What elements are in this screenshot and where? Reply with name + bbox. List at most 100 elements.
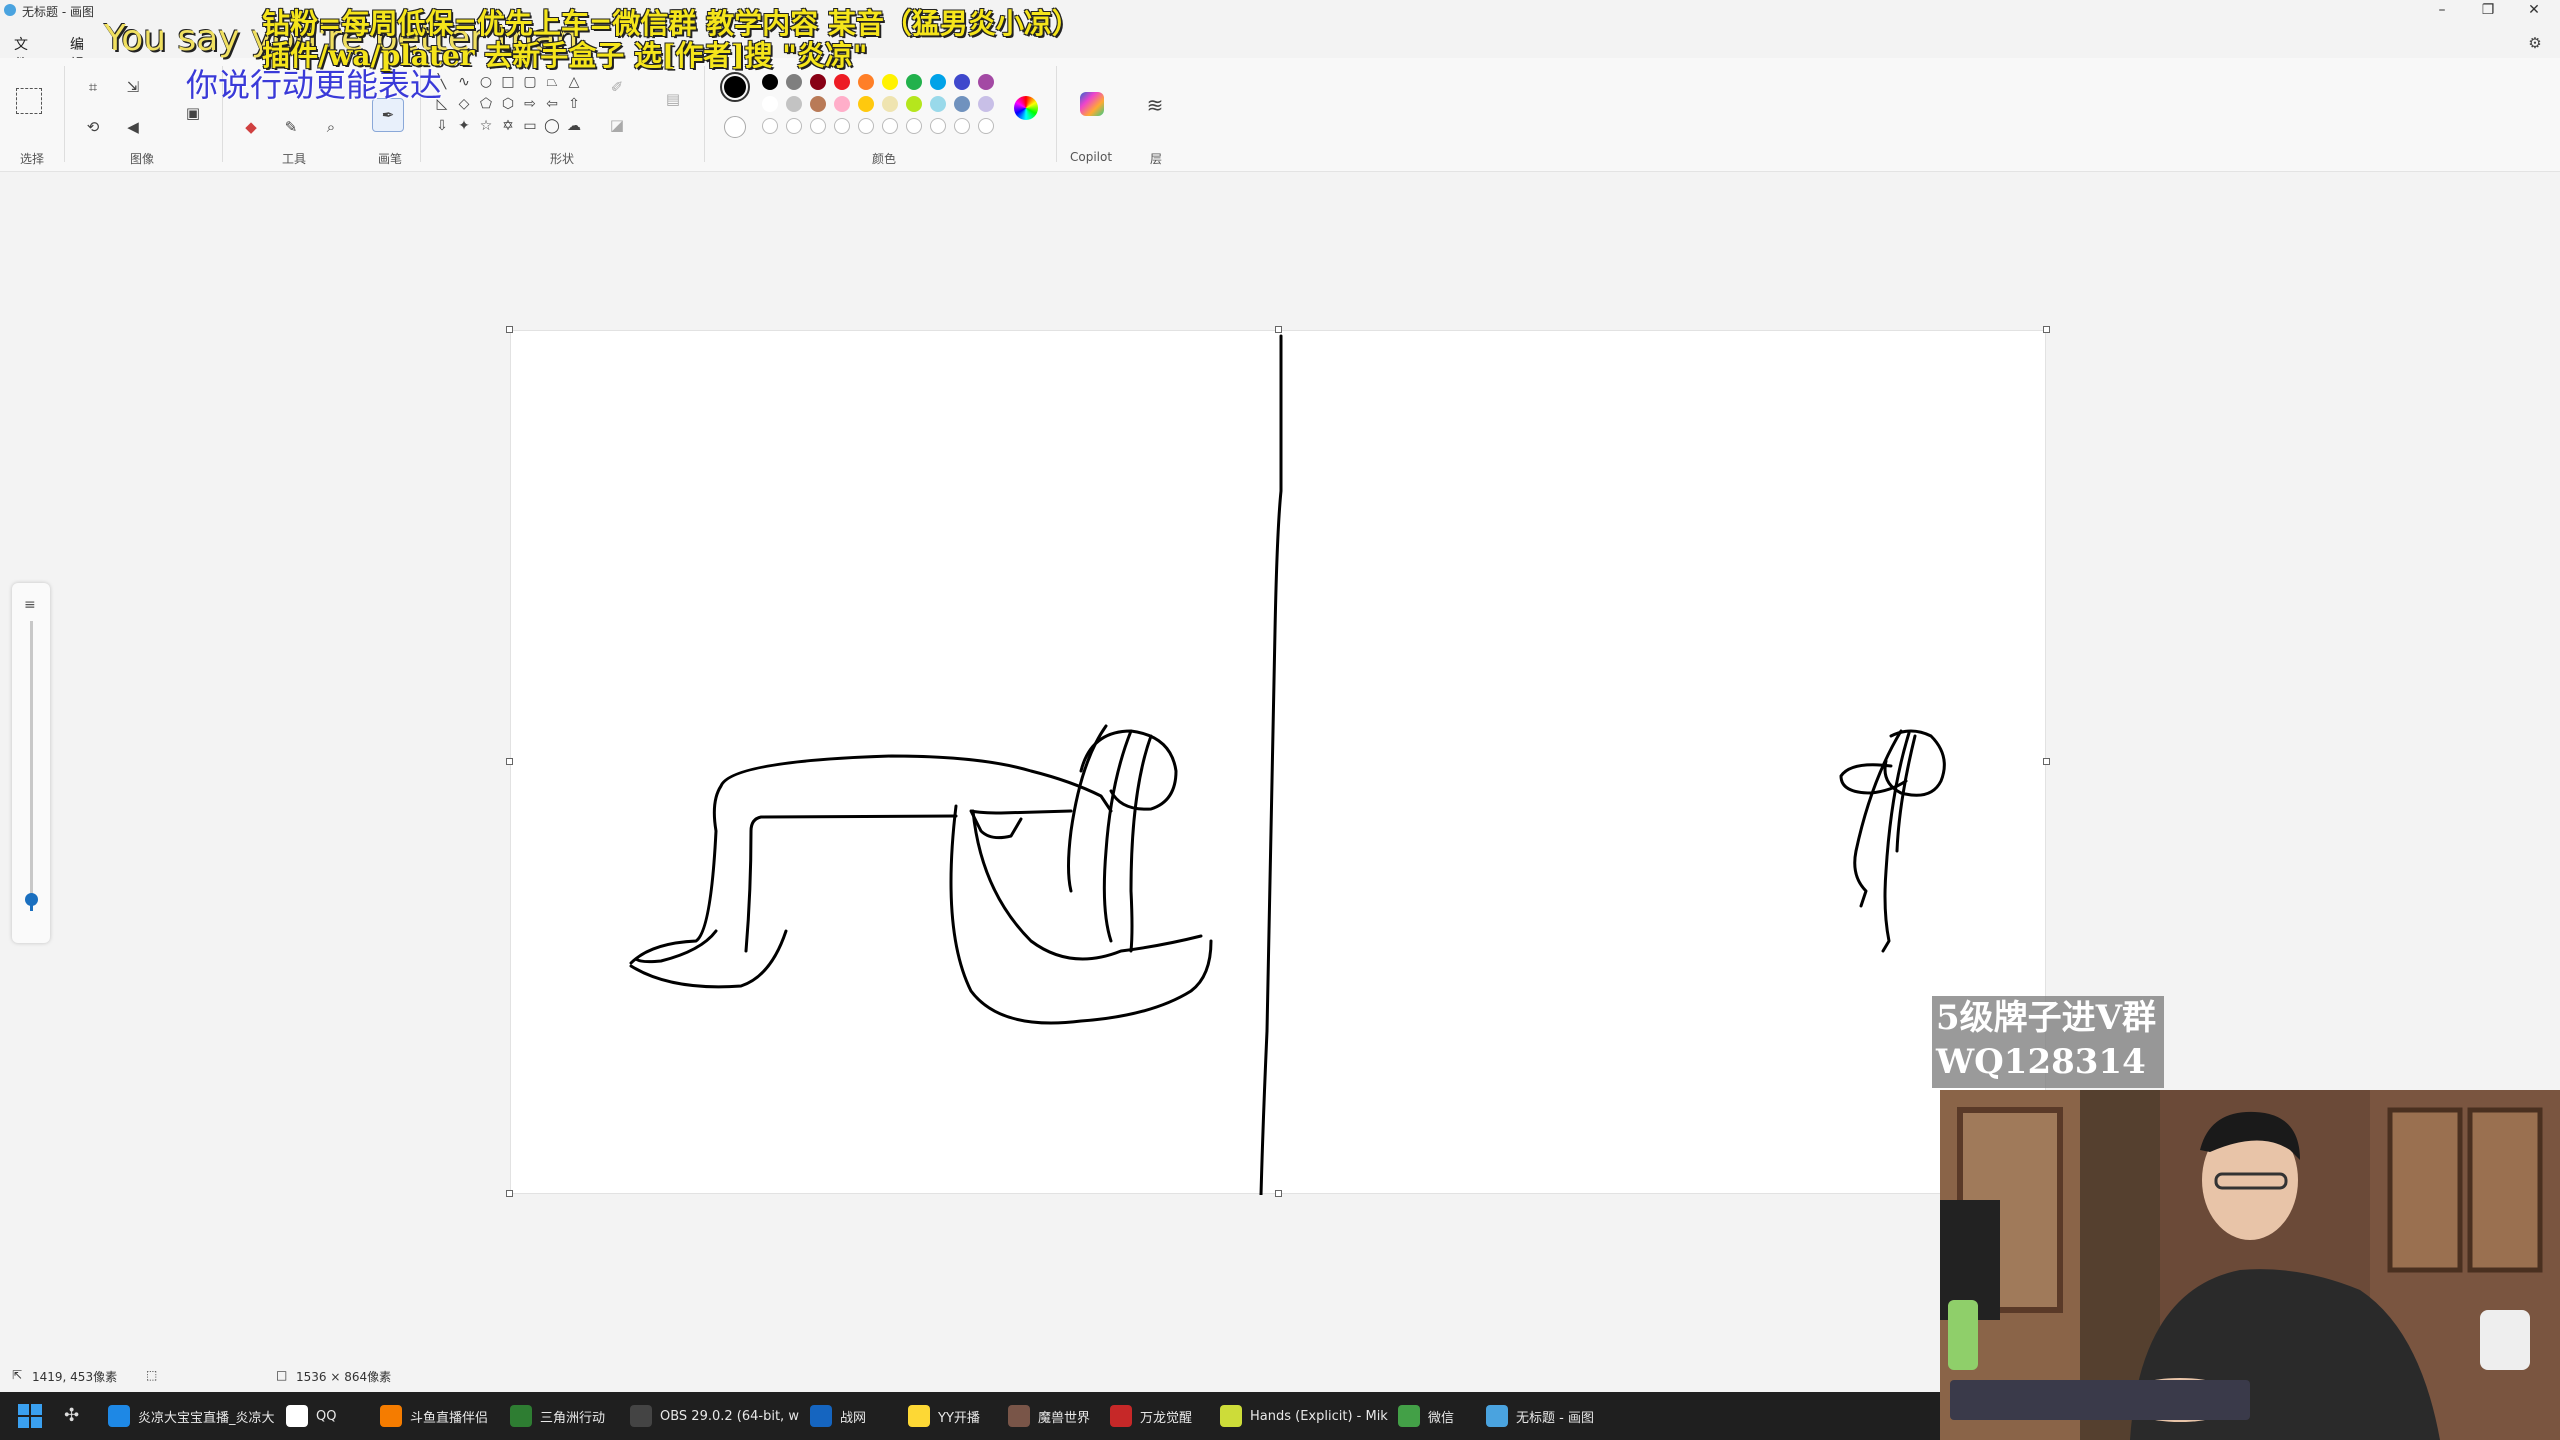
oval-callout-icon[interactable]: ◯ xyxy=(544,118,560,134)
color-swatch[interactable] xyxy=(930,74,946,90)
taskbar-app[interactable]: 无标题 - 画图 xyxy=(1486,1402,1636,1430)
drawing-canvas[interactable] xyxy=(510,330,2046,1197)
color-swatch[interactable] xyxy=(906,118,922,134)
zoom-slider-track[interactable] xyxy=(30,621,33,911)
resize-handle[interactable] xyxy=(1275,326,1282,333)
shape-style-icon[interactable]: ▤ xyxy=(662,88,684,110)
zoom-fit-icon[interactable]: ≡ xyxy=(24,597,36,613)
taskbar-app[interactable]: 战网 xyxy=(810,1402,898,1430)
hexagon-shape-icon[interactable]: ⬡ xyxy=(500,96,516,112)
left-figure-arm xyxy=(971,809,1203,961)
color-swatch[interactable] xyxy=(834,96,850,112)
rect-callout-icon[interactable]: ▭ xyxy=(522,118,538,134)
rectangle-shape-icon[interactable]: □ xyxy=(500,74,516,90)
color-swatch[interactable] xyxy=(834,74,850,90)
resize-handle[interactable] xyxy=(2043,326,2050,333)
color-swatch[interactable] xyxy=(762,74,778,90)
group-label-tools: 工具 xyxy=(282,152,307,166)
taskbar-app[interactable]: 万龙觉醒 xyxy=(1110,1402,1210,1430)
polygon-shape-icon[interactable]: ⏢ xyxy=(544,74,560,90)
select-tool-icon[interactable] xyxy=(16,88,42,114)
copilot-icon[interactable] xyxy=(1080,92,1104,116)
edit-colors-icon[interactable] xyxy=(1014,96,1038,120)
cloud-callout-icon[interactable]: ☁ xyxy=(566,118,582,134)
close-button[interactable]: ✕ xyxy=(2512,0,2556,20)
five-point-star-icon[interactable]: ☆ xyxy=(478,118,494,134)
color-swatch[interactable] xyxy=(810,96,826,112)
task-view-icon[interactable]: ✣ xyxy=(64,1402,86,1430)
color-swatch[interactable] xyxy=(906,96,922,112)
canvas-size: 1536 × 864像素 xyxy=(296,1370,392,1384)
resize-handle[interactable] xyxy=(1275,1190,1282,1197)
crop-icon[interactable]: ⌗ xyxy=(82,76,104,98)
layers-icon[interactable]: ≋ xyxy=(1144,93,1166,117)
oval-shape-icon[interactable]: ○ xyxy=(478,74,494,90)
four-point-star-icon[interactable]: ✦ xyxy=(456,118,472,134)
color-swatch[interactable] xyxy=(906,74,922,90)
taskbar-app[interactable]: 三角洲行动 xyxy=(510,1402,620,1430)
current-color-ring[interactable] xyxy=(720,72,750,102)
color-swatch[interactable] xyxy=(954,118,970,134)
color-swatch[interactable] xyxy=(786,74,802,90)
up-arrow-shape-icon[interactable]: ⇧ xyxy=(566,96,582,112)
color-swatch[interactable] xyxy=(978,74,994,90)
resize-handle[interactable] xyxy=(506,326,513,333)
color-picker-icon[interactable]: ✎ xyxy=(280,116,302,138)
taskbar-app[interactable]: OBS 29.0.2 (64-bit, wind xyxy=(630,1402,800,1430)
color-swatch[interactable] xyxy=(882,96,898,112)
color-swatch[interactable] xyxy=(834,118,850,134)
resize-icon[interactable]: ⇲ xyxy=(122,76,144,98)
magnifier-icon[interactable]: ⌕ xyxy=(320,116,342,138)
taskbar-app[interactable]: 炎凉大宝宝直播_炎凉大 xyxy=(108,1402,276,1430)
down-arrow-shape-icon[interactable]: ⇩ xyxy=(434,118,450,134)
minimize-button[interactable]: – xyxy=(2420,0,2464,20)
color-swatch[interactable] xyxy=(858,96,874,112)
taskbar-app[interactable]: 微信 xyxy=(1398,1402,1476,1430)
color-swatch[interactable] xyxy=(762,118,778,134)
selection-size-icon: ⬚ xyxy=(146,1368,158,1382)
color-swatch[interactable] xyxy=(786,96,802,112)
color-swatch[interactable] xyxy=(858,118,874,134)
resize-handle[interactable] xyxy=(2043,758,2050,765)
flip-icon[interactable]: ◀ xyxy=(122,116,144,138)
color-swatch[interactable] xyxy=(762,96,778,112)
color-swatch[interactable] xyxy=(882,74,898,90)
diamond-shape-icon[interactable]: ◇ xyxy=(456,96,472,112)
triangle-shape-icon[interactable]: △ xyxy=(566,74,582,90)
six-point-star-icon[interactable]: ✡ xyxy=(500,118,516,134)
maximize-button[interactable]: ❐ xyxy=(2466,0,2510,20)
color-swatch[interactable] xyxy=(978,96,994,112)
fill-icon[interactable]: ◪ xyxy=(606,114,628,136)
taskbar-app-label: YY开播 xyxy=(938,1410,980,1426)
color-swatch[interactable] xyxy=(954,74,970,90)
right-arrow-shape-icon[interactable]: ⇨ xyxy=(522,96,538,112)
taskbar-app[interactable]: YY开播 xyxy=(908,1402,998,1430)
color-swatch[interactable] xyxy=(786,118,802,134)
taskbar-app[interactable]: 魔兽世界 xyxy=(1008,1402,1100,1430)
resize-handle[interactable] xyxy=(506,1190,513,1197)
color-swatch[interactable] xyxy=(978,118,994,134)
secondary-color-swatch[interactable] xyxy=(724,116,746,138)
color-swatch[interactable] xyxy=(810,74,826,90)
taskbar-app[interactable]: Hands (Explicit) - Mike I xyxy=(1220,1402,1388,1430)
color-swatch[interactable] xyxy=(882,118,898,134)
color-swatch[interactable] xyxy=(954,96,970,112)
taskbar-app[interactable]: QQ xyxy=(286,1402,370,1430)
rounded-rect-shape-icon[interactable]: ▢ xyxy=(522,74,538,90)
start-button[interactable] xyxy=(18,1402,42,1430)
zoom-slider-thumb[interactable] xyxy=(25,893,38,907)
taskbar-app[interactable]: 斗鱼直播伴侣 xyxy=(380,1402,500,1430)
left-arrow-shape-icon[interactable]: ⇦ xyxy=(544,96,560,112)
resize-handle[interactable] xyxy=(506,758,513,765)
color-swatch[interactable] xyxy=(858,74,874,90)
curve-shape-icon[interactable]: ∿ xyxy=(456,74,472,90)
color-swatch[interactable] xyxy=(810,118,826,134)
eraser-icon[interactable]: ◆ xyxy=(240,116,262,138)
rotate-icon[interactable]: ⟲ xyxy=(82,116,104,138)
app-icon xyxy=(908,1405,930,1427)
pentagon-shape-icon[interactable]: ⬠ xyxy=(478,96,494,112)
outline-icon[interactable]: ✐ xyxy=(606,76,628,98)
color-swatch[interactable] xyxy=(930,118,946,134)
color-swatch[interactable] xyxy=(930,96,946,112)
gear-icon[interactable]: ⚙ xyxy=(2524,32,2546,54)
